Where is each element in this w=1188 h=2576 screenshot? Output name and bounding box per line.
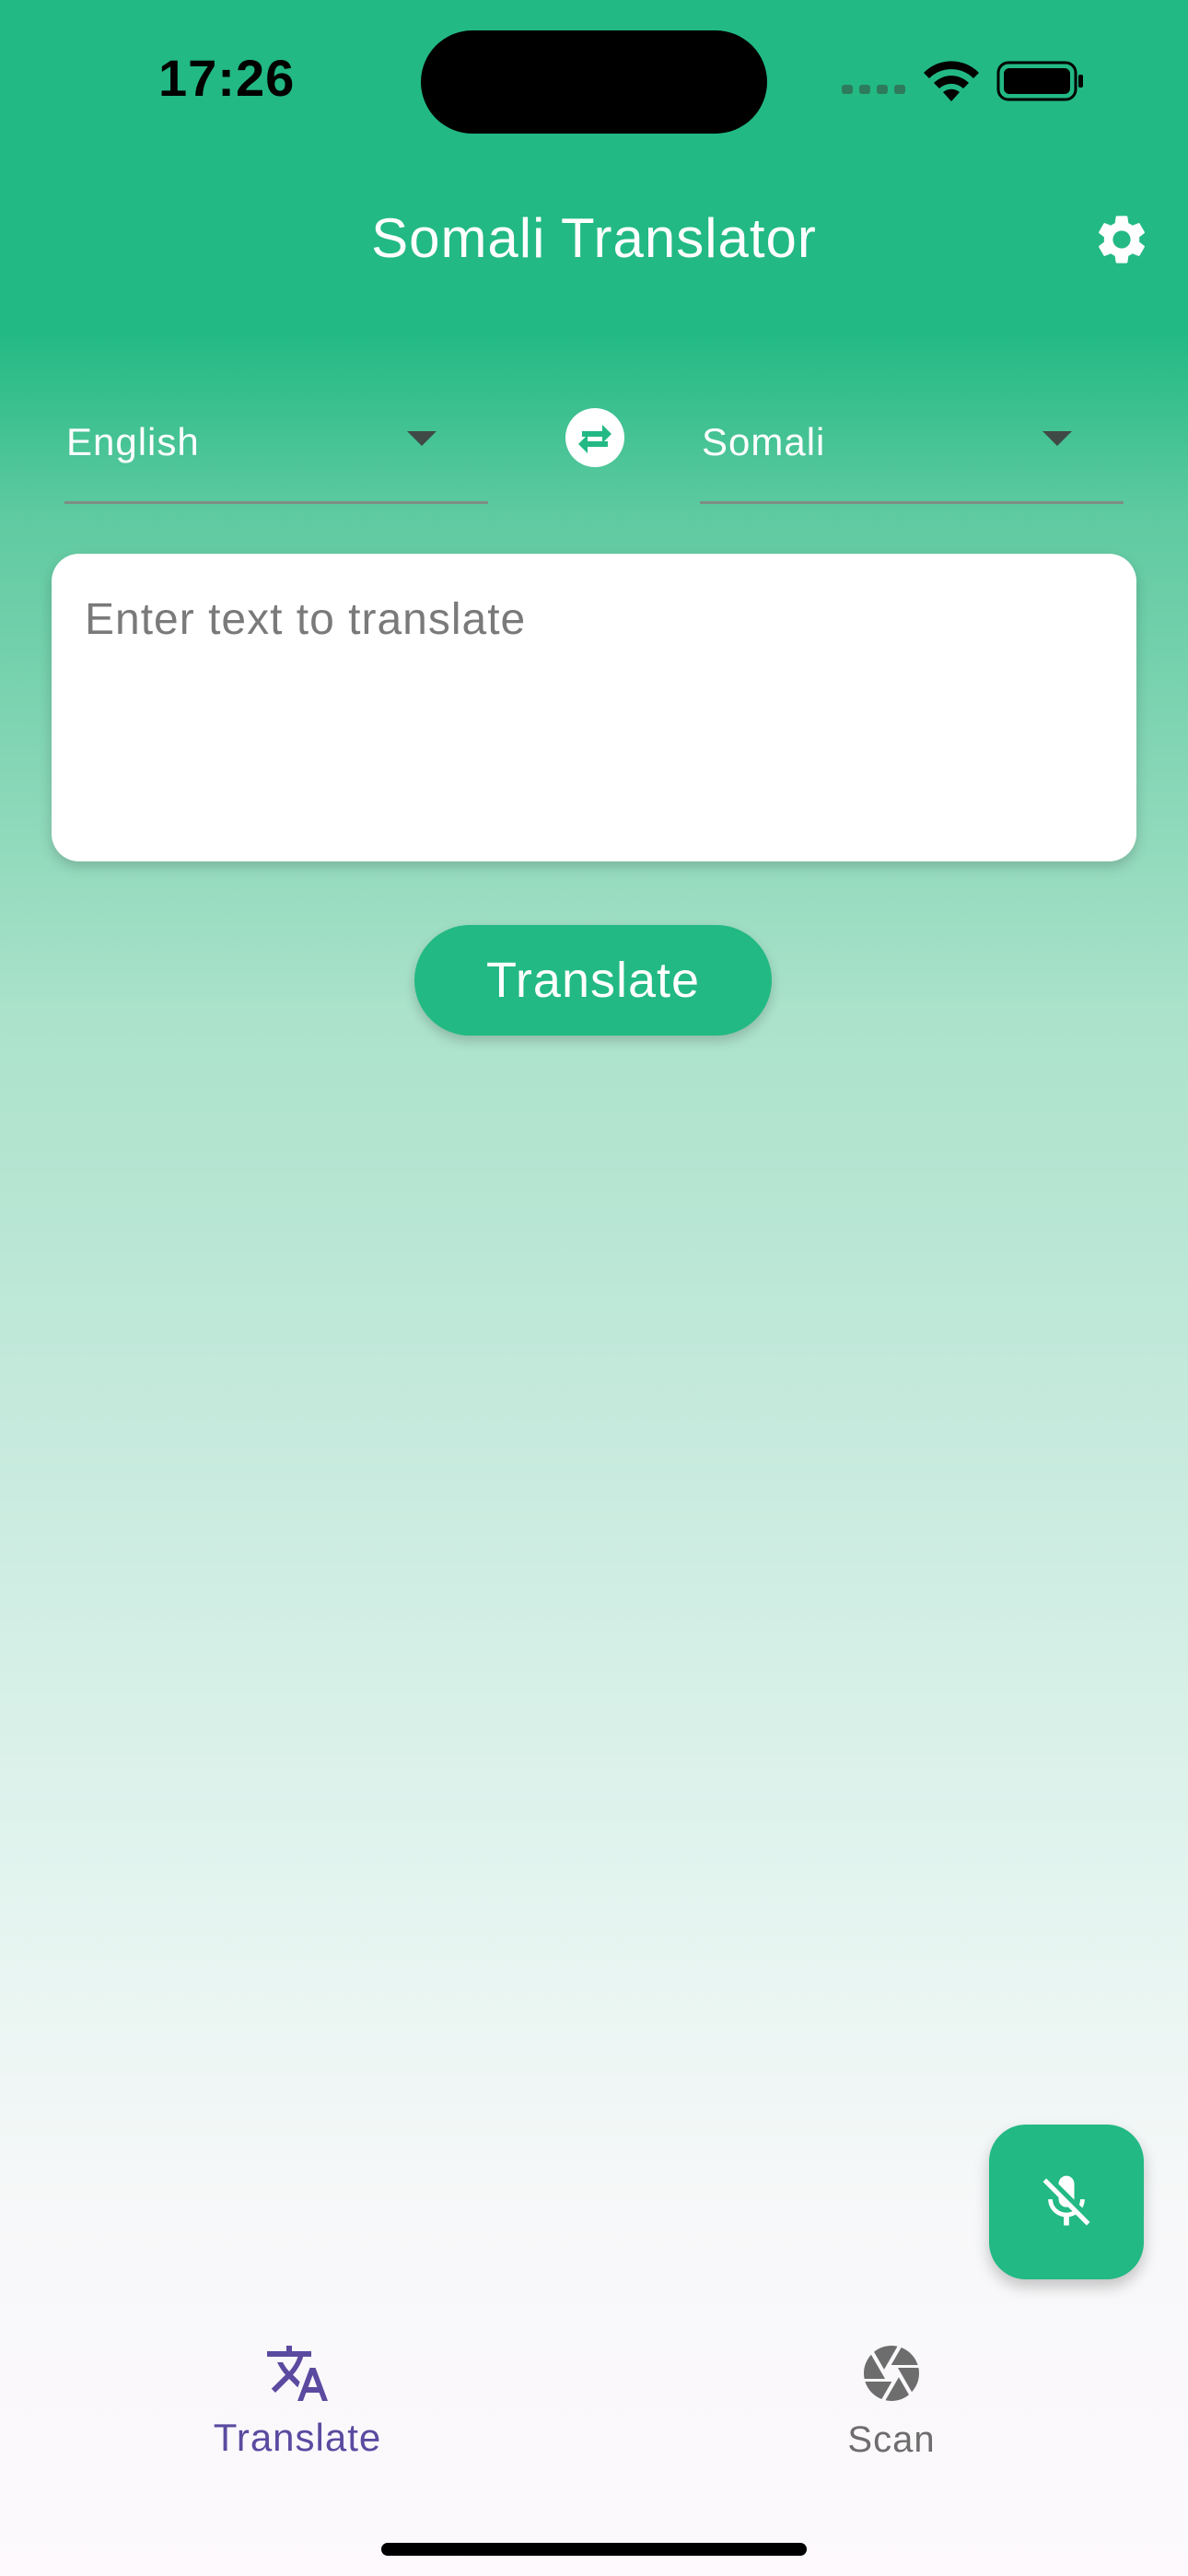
source-language-dropdown[interactable]: English <box>64 405 488 504</box>
translation-input[interactable] <box>85 594 1098 825</box>
voice-input-button[interactable] <box>989 2125 1144 2279</box>
nav-item-scan[interactable]: Scan <box>707 2340 1076 2469</box>
status-time: 17:26 <box>158 49 296 107</box>
nav-label-translate: Translate <box>213 2416 382 2459</box>
mic-off-icon <box>1042 2175 1090 2226</box>
translate-icon <box>267 2346 328 2401</box>
target-language-dropdown[interactable]: Somali <box>700 405 1124 504</box>
swap-arrows-icon <box>578 425 611 453</box>
home-indicator <box>381 2543 807 2556</box>
nav-label-scan: Scan <box>847 2419 936 2460</box>
swap-languages-button[interactable] <box>565 408 624 467</box>
translate-button[interactable]: Translate <box>414 925 772 1036</box>
app-title: Somali Translator <box>371 207 817 269</box>
translation-input-card <box>52 554 1136 861</box>
battery-icon <box>996 61 1083 101</box>
chevron-down-icon <box>407 431 437 446</box>
dynamic-island <box>421 30 767 134</box>
wifi-icon <box>924 61 979 101</box>
nav-item-translate[interactable]: Translate <box>113 2340 482 2469</box>
chevron-down-icon <box>1042 431 1072 446</box>
camera-shutter-icon <box>864 2346 919 2401</box>
source-language-label: English <box>66 420 200 463</box>
cellular-signal-icon <box>842 85 905 94</box>
target-language-label: Somali <box>702 420 826 463</box>
gear-icon[interactable] <box>1092 210 1151 269</box>
